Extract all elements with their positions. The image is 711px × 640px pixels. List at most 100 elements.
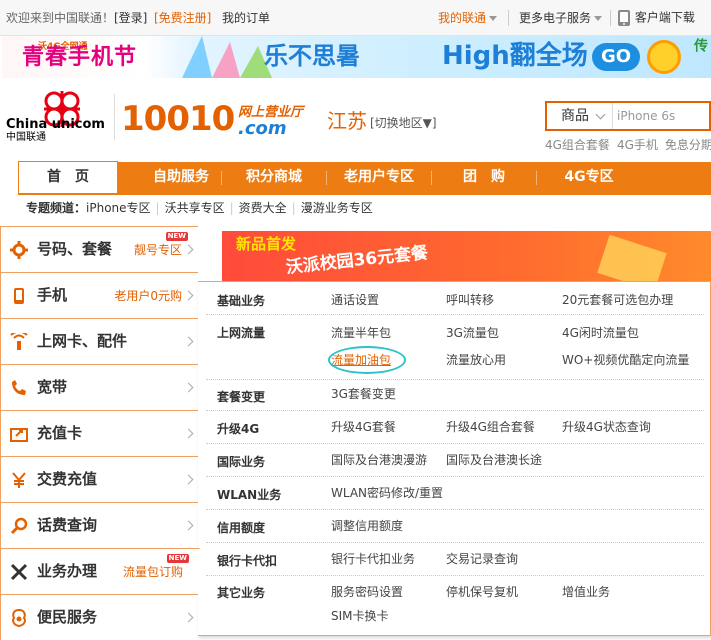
flyout-link[interactable]: 调整信用额度: [331, 519, 403, 533]
menu-item-label: 充值卡: [37, 424, 83, 442]
flyout-category: 上网流量: [217, 326, 266, 340]
mobile-phone-icon: [618, 10, 630, 26]
menu-item-sublink[interactable]: 老用户0元购: [114, 289, 182, 303]
search-input[interactable]: [617, 105, 709, 127]
promo-banner[interactable]: 沃4G全网通 青春手机节 乐不思暑 High翻全场 GO 传: [2, 36, 711, 78]
chevron-down-icon: [594, 16, 603, 21]
menu-item-broadband[interactable]: 宽带: [1, 364, 198, 410]
my-unicom-menu[interactable]: 我的联通: [438, 11, 498, 25]
province-label: 江苏: [327, 109, 367, 133]
channel-link[interactable]: iPhone专区: [86, 201, 151, 215]
menu-item-label: 上网卡、配件: [37, 332, 128, 350]
nav-home[interactable]: 首 页: [18, 161, 118, 193]
channel-link[interactable]: 沃共享专区: [165, 201, 225, 215]
banner-go-button[interactable]: GO: [592, 43, 640, 71]
nav-old-users[interactable]: 老用户专区: [327, 162, 431, 193]
flyout-link[interactable]: 流量半年包: [331, 326, 391, 340]
channel-link[interactable]: 资费大全: [239, 201, 287, 215]
client-download-label: 客户端下载: [634, 10, 695, 25]
menu-item-business-services[interactable]: 业务办理 流量包订购 NEW: [1, 548, 200, 594]
nav-4g-zone[interactable]: 4G专区: [537, 162, 641, 193]
recharge-card-icon: [10, 428, 28, 442]
chevron-down-icon: [489, 16, 498, 21]
promo-title: 沃派校园36元套餐: [284, 243, 429, 278]
banner-decoration: [182, 36, 272, 78]
banner-middle-title: 乐不思暑: [264, 42, 360, 70]
menu-item-label: 手机: [37, 286, 68, 304]
flyout-link[interactable]: 国际及台港澳漫游: [331, 453, 427, 467]
domain-label: .com: [238, 118, 287, 139]
flyout-link[interactable]: 3G流量包: [446, 326, 499, 340]
flyout-link[interactable]: 流量放心用: [446, 353, 506, 367]
flyout-row: 基础业务 通话设置 呼叫转移 20元套餐可选包办理: [206, 282, 704, 315]
menu-item-label: 业务办理: [37, 562, 98, 580]
flyout-link[interactable]: 升级4G套餐: [331, 420, 396, 434]
new-badge: NEW: [165, 232, 188, 241]
hot-word-link[interactable]: 4G组合套餐: [545, 138, 610, 152]
menu-item-convenience[interactable]: 便民服务: [1, 594, 198, 640]
menu-item-data-cards[interactable]: 上网卡、配件: [1, 318, 198, 364]
menu-item-sublink[interactable]: 靓号专区: [134, 243, 182, 257]
flyout-link[interactable]: 停机保号复机: [446, 585, 518, 599]
flyout-category: 升级4G: [217, 422, 260, 436]
chevron-right-icon: [183, 336, 194, 347]
register-link[interactable]: [免费注册]: [154, 11, 211, 25]
chevron-right-icon: [183, 520, 194, 531]
client-download-link[interactable]: 客户端下载: [617, 9, 695, 27]
menu-item-pay-bill[interactable]: 交费充值: [1, 456, 198, 502]
flyout-row: 其它业务 服务密码设置 停机保号复机 增值业务 SIM卡换卡: [206, 576, 704, 632]
menu-item-label: 话费查询: [37, 516, 98, 534]
search-category-select[interactable]: 商品: [547, 103, 613, 129]
chevron-right-icon: [183, 382, 194, 393]
menu-item-phones[interactable]: 手机 老用户0元购: [1, 272, 198, 318]
flyout-row: 信用额度 调整信用额度: [206, 510, 704, 543]
menu-item-label: 交费充值: [37, 470, 98, 488]
flyout-link[interactable]: 国际及台港澳长途: [446, 453, 542, 467]
flyout-link[interactable]: WLAN密码修改/重置: [331, 486, 443, 500]
flyout-link[interactable]: 服务密码设置: [331, 585, 403, 599]
my-orders-link[interactable]: 我的订单: [222, 11, 270, 25]
channel-link[interactable]: 漫游业务专区: [301, 201, 373, 215]
menu-item-recharge-card[interactable]: 充值卡: [1, 410, 198, 456]
flyout-row: 套餐变更 3G套餐变更: [206, 380, 704, 411]
flyout-row: 国际业务 国际及台港澳漫游 国际及台港澳长途: [206, 444, 704, 477]
flyout-link[interactable]: 升级4G状态查询: [562, 420, 651, 434]
hot-word-link[interactable]: 免息分期: [665, 138, 711, 152]
nav-points-mall[interactable]: 积分商城: [222, 162, 326, 193]
flyout-link[interactable]: 呼叫转移: [446, 293, 494, 307]
yen-icon: [12, 472, 26, 488]
business-services-flyout: 基础业务 通话设置 呼叫转移 20元套餐可选包办理 上网流量 流量半年包 3G流…: [198, 281, 711, 636]
flyout-link[interactable]: 3G套餐变更: [331, 387, 396, 401]
flyout-category: WLAN业务: [217, 488, 282, 502]
flyout-link[interactable]: 20元套餐可选包办理: [562, 293, 673, 307]
wireless-icon: [10, 333, 28, 350]
divider: |: [155, 201, 160, 215]
more-services-label: 更多电子服务: [519, 11, 592, 25]
hotline-number[interactable]: 10010: [121, 100, 235, 138]
switch-region-link[interactable]: [切换地区▼]: [370, 116, 437, 130]
flyout-link[interactable]: 通话设置: [331, 293, 379, 307]
flyout-category: 基础业务: [217, 294, 266, 308]
menu-item-sublink[interactable]: 流量包订购: [123, 565, 183, 579]
flyout-link[interactable]: 增值业务: [562, 585, 610, 599]
hot-search-words: 4G组合套餐 4G手机 免息分期: [545, 138, 711, 152]
nav-group-buy[interactable]: 团 购: [432, 162, 536, 193]
chevron-right-icon: [183, 244, 194, 255]
menu-item-label: 号码、套餐: [37, 240, 113, 258]
hot-word-link[interactable]: 4G手机: [617, 138, 658, 152]
flyout-link[interactable]: WO+视频优酷定向流量: [562, 353, 689, 367]
flyout-link[interactable]: 交易记录查询: [446, 552, 518, 566]
login-link[interactable]: [登录]: [114, 11, 147, 25]
flyout-row: 上网流量 流量半年包 3G流量包 4G闲时流量包 流量加油包 流量放心用 WO+…: [206, 315, 704, 380]
banner-edge-text: 传: [692, 38, 708, 52]
flyout-row: 升级4G 升级4G套餐 升级4G组合套餐 升级4G状态查询: [206, 411, 704, 444]
more-services-menu[interactable]: 更多电子服务: [519, 11, 603, 25]
menu-item-number-plans[interactable]: 号码、套餐 靓号专区 NEW: [1, 226, 198, 272]
flyout-link[interactable]: 银行卡代扣业务: [331, 552, 415, 566]
flyout-link[interactable]: SIM卡换卡: [331, 609, 389, 623]
menu-item-bill-query[interactable]: 话费查询: [1, 502, 198, 548]
menu-item-label: 宽带: [37, 378, 68, 396]
flyout-row: 银行卡代扣 银行卡代扣业务 交易记录查询: [206, 543, 704, 576]
flyout-link[interactable]: 升级4G组合套餐: [446, 420, 535, 434]
flyout-link[interactable]: 4G闲时流量包: [562, 326, 639, 340]
